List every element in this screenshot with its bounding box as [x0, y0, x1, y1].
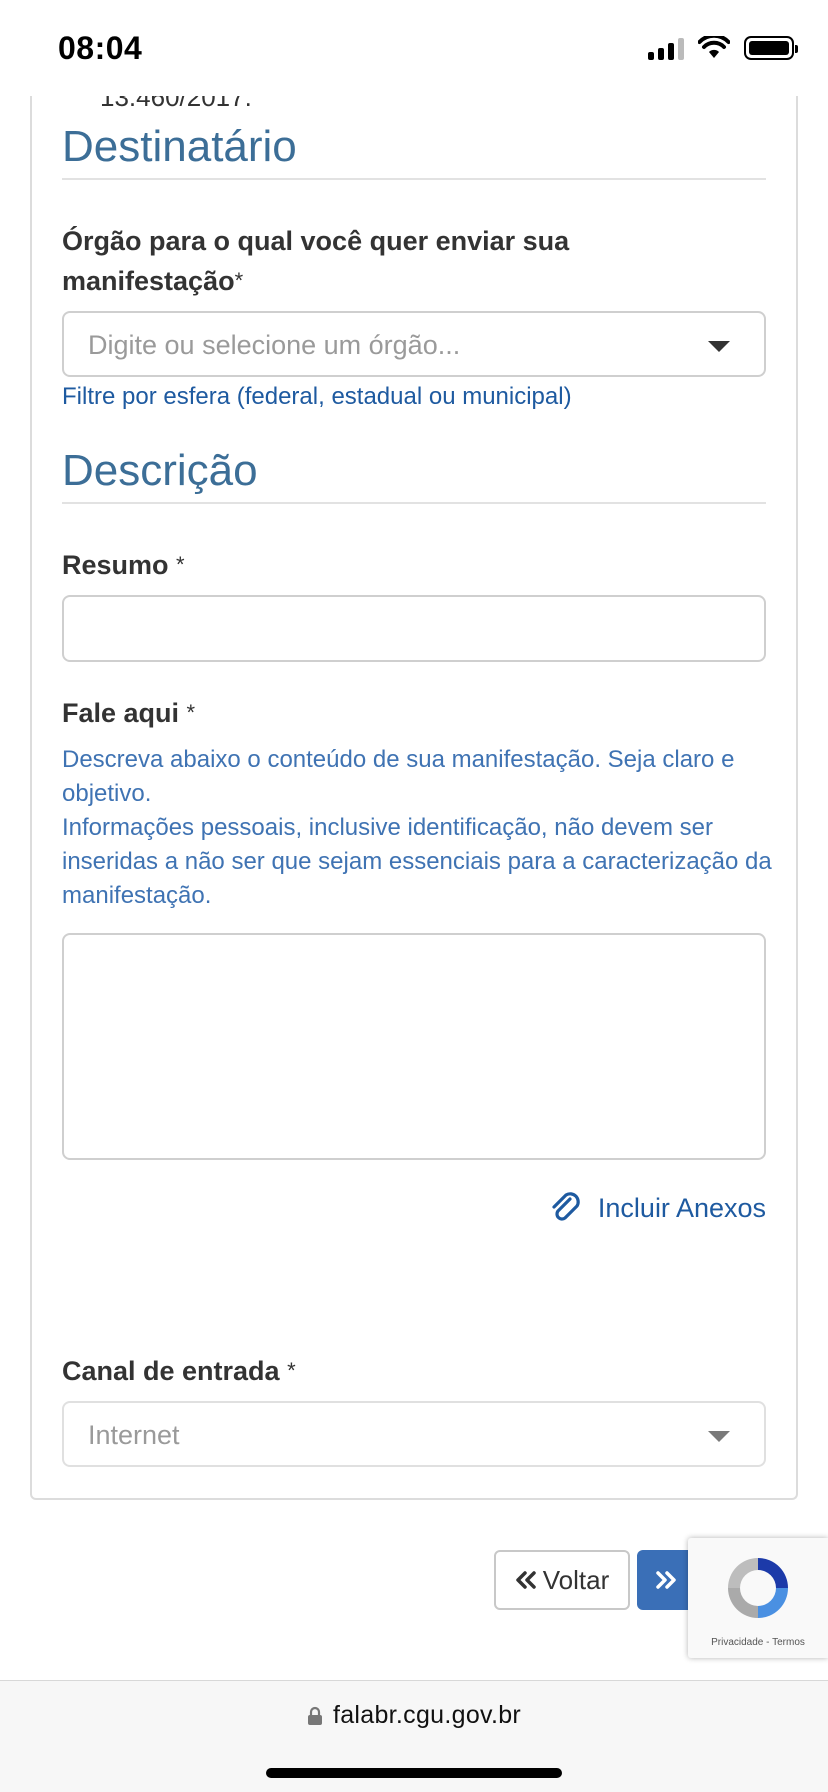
fale-aqui-help-line-1: Descreva abaixo o conteúdo de sua manife… — [62, 746, 735, 807]
recaptcha-links: Privacidade - Termos — [688, 1637, 828, 1648]
chevron-down-icon — [708, 341, 730, 352]
recaptcha-logo-icon — [728, 1558, 788, 1618]
wifi-icon — [698, 36, 730, 58]
status-bar: 08:04 — [0, 0, 828, 96]
filter-sphere-link[interactable]: Filtre por esfera (federal, estadual ou … — [62, 383, 572, 411]
fale-aqui-help: Descreva abaixo o conteúdo de sua manife… — [62, 743, 772, 913]
required-marker: * — [234, 268, 244, 293]
orgao-select[interactable]: Digite ou selecione um órgão... — [62, 311, 766, 377]
section-divider — [62, 502, 766, 504]
section-title-destinatario: Destinatário — [62, 122, 297, 171]
paperclip-icon — [552, 1192, 580, 1221]
lock-icon — [307, 1706, 322, 1725]
back-button-label: Voltar — [542, 1564, 610, 1595]
status-icons — [648, 36, 798, 60]
attach-files-link[interactable]: Incluir Anexos — [548, 1190, 766, 1226]
home-indicator[interactable] — [266, 1768, 562, 1778]
orgao-label-text: Órgão para o qual você quer enviar sua m… — [62, 226, 570, 296]
canal-entrada-value: Internet — [88, 1420, 180, 1450]
required-marker: * — [287, 1358, 296, 1383]
resumo-input[interactable] — [62, 595, 766, 662]
required-marker: * — [176, 552, 185, 577]
section-divider — [62, 178, 766, 180]
address-bar[interactable]: falabr.cgu.gov.br — [0, 1701, 828, 1730]
canal-entrada-select[interactable]: Internet — [62, 1401, 766, 1467]
orgao-label: Órgão para o qual você quer enviar sua m… — [62, 221, 662, 301]
back-button[interactable]: Voltar — [494, 1550, 630, 1610]
orgao-select-placeholder: Digite ou selecione um órgão... — [88, 330, 461, 360]
fale-aqui-label-text: Fale aqui — [62, 698, 180, 728]
recaptcha-badge[interactable]: Privacidade - Termos — [688, 1538, 828, 1658]
battery-icon — [744, 36, 798, 60]
double-chevron-right-icon — [656, 1571, 676, 1589]
attach-files-label: Incluir Anexos — [597, 1192, 766, 1223]
browser-bottom-bar: falabr.cgu.gov.br — [0, 1680, 828, 1792]
url-text: falabr.cgu.gov.br — [332, 1701, 522, 1729]
required-marker: * — [186, 700, 196, 725]
double-chevron-left-icon — [516, 1571, 536, 1589]
section-title-descricao: Descrição — [62, 446, 258, 495]
fale-aqui-textarea[interactable] — [62, 933, 766, 1160]
fale-aqui-label: Fale aqui * — [62, 693, 195, 733]
canal-entrada-label-text: Canal de entrada — [62, 1356, 280, 1386]
canal-entrada-label: Canal de entrada * — [62, 1351, 296, 1391]
fale-aqui-help-line-2: Informações pessoais, inclusive identifi… — [62, 814, 772, 909]
chevron-down-icon — [708, 1431, 730, 1442]
status-time: 08:04 — [58, 30, 143, 66]
recaptcha-privacy-link[interactable]: Privacidade — [711, 1637, 763, 1648]
recaptcha-terms-link[interactable]: Termos — [772, 1637, 805, 1648]
resumo-label: Resumo * — [62, 545, 185, 585]
recaptcha-separator: - — [766, 1637, 770, 1648]
cellular-signal-icon — [648, 36, 684, 60]
resumo-label-text: Resumo — [62, 550, 169, 580]
